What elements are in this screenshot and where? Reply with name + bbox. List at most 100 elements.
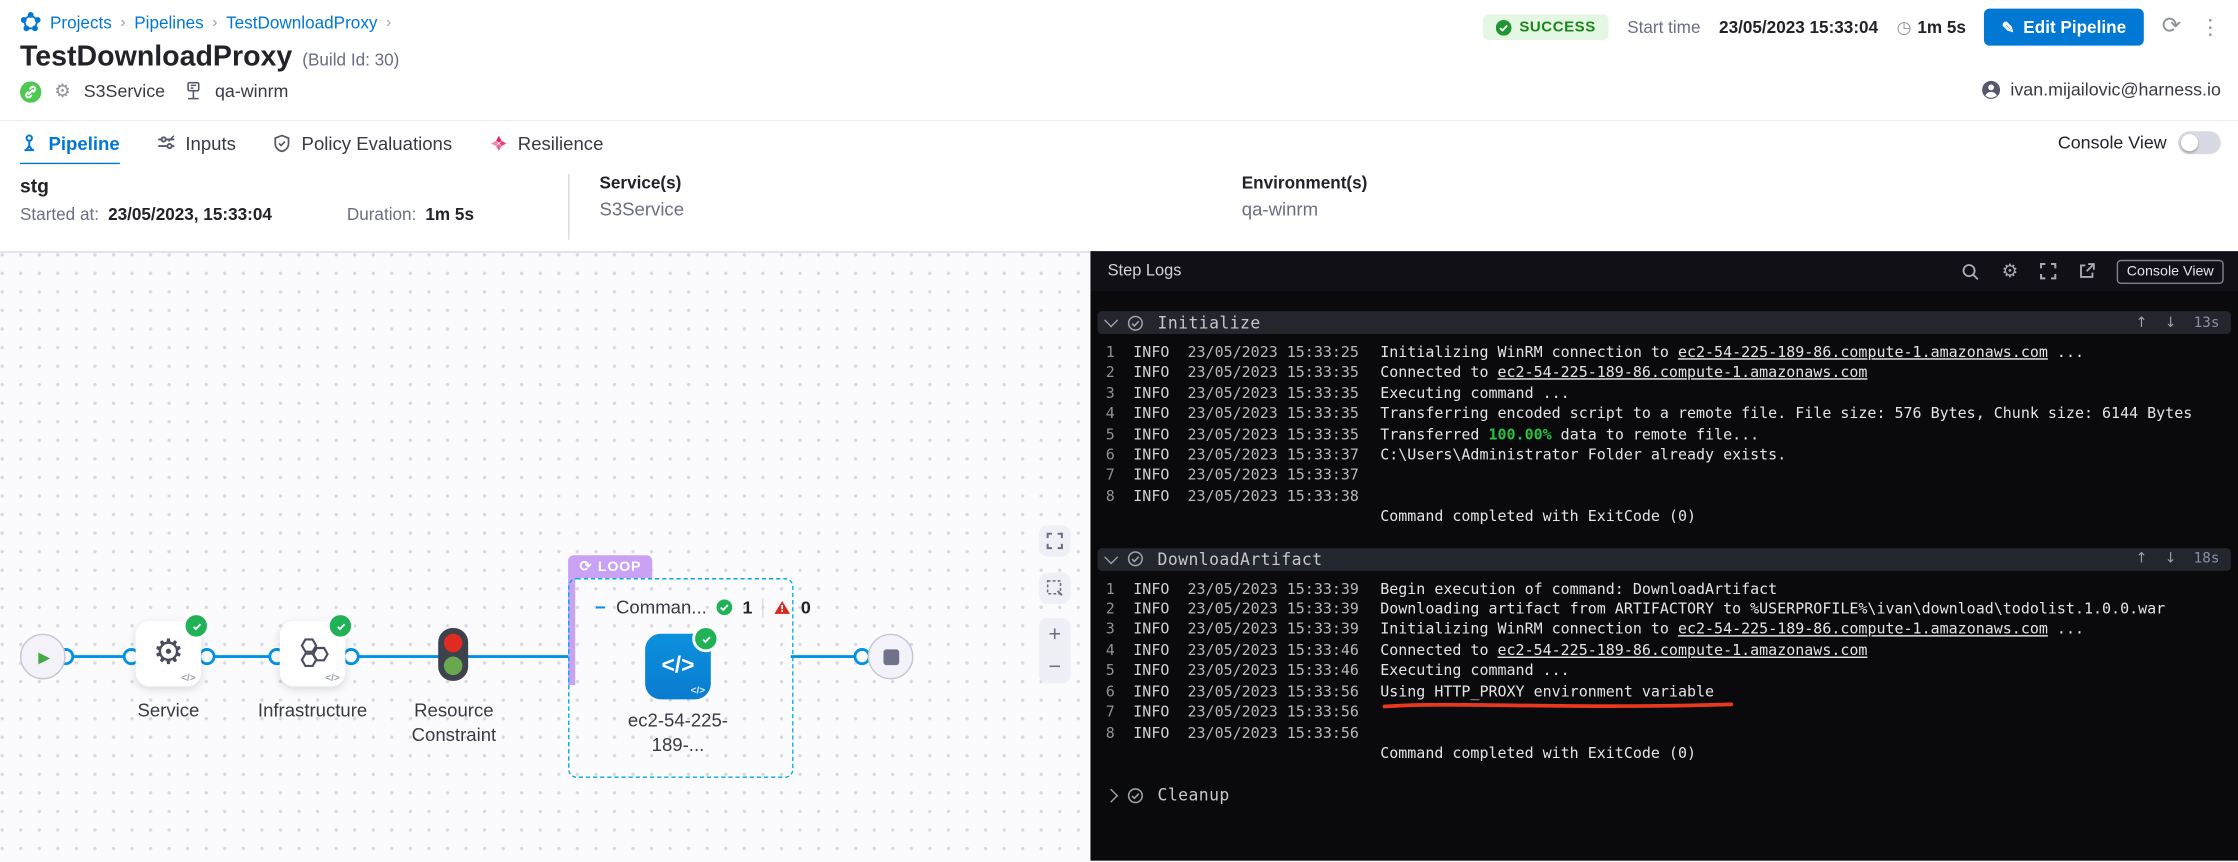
tab-policy-evaluations[interactable]: Policy Evaluations [273, 121, 452, 164]
breadcrumb: Projects › Pipelines › TestDownloadProxy… [20, 11, 391, 32]
code-mini-icon: </> [181, 674, 195, 684]
pencil-icon: ✎ [2002, 18, 2015, 37]
log-line: 5INFO23/05/2023 15:33:35Transferred 100.… [1090, 425, 2238, 446]
services-label: Service(s) [599, 173, 684, 193]
execution-link-icon [20, 81, 41, 102]
log-line: 3INFO23/05/2023 15:33:39Initializing Win… [1090, 620, 2238, 641]
gear-icon: ⚙ [54, 80, 71, 103]
section-success-icon [1128, 788, 1144, 804]
chevron-down-icon[interactable] [1104, 313, 1118, 327]
section-name: Initialize [1158, 313, 1261, 333]
tab-resilience[interactable]: Resilience [489, 121, 603, 164]
service-node[interactable]: ⚙ </> [136, 621, 202, 687]
console-view-toggle[interactable] [2178, 131, 2221, 154]
log-section-header-cleanup[interactable]: Cleanup [1098, 784, 2231, 807]
chevron-down-icon[interactable] [1104, 550, 1118, 564]
app-root: Projects › Pipelines › TestDownloadProxy… [0, 0, 2238, 861]
success-check-icon [183, 612, 210, 639]
page-title: TestDownloadProxy [20, 41, 292, 74]
log-message: Connected to ec2-54-225-189-86.compute-1… [1380, 363, 1867, 384]
log-message: Downloading artifact from ARTIFACTORY to… [1380, 600, 2165, 621]
divider [762, 597, 763, 617]
environments-value: qa-winrm [1242, 198, 1368, 219]
expand-logs-icon[interactable] [2040, 263, 2057, 280]
resource-constraint-node[interactable] [438, 628, 468, 681]
success-check-icon [327, 612, 354, 639]
fail-count-icon [774, 599, 791, 615]
log-link[interactable]: ec2-54-225-189-86.compute-1.amazonaws.co… [1498, 365, 1868, 382]
traffic-light-green [444, 657, 463, 676]
tab-pipeline[interactable]: Pipeline [20, 121, 120, 164]
scroll-top-icon[interactable]: ↑ [2135, 551, 2147, 567]
breadcrumb-pipelines[interactable]: Pipelines [134, 12, 204, 32]
breadcrumb-pipeline-name[interactable]: TestDownloadProxy [226, 12, 377, 32]
log-link[interactable]: ec2-54-225-189-86.compute-1.amazonaws.co… [1678, 622, 2048, 639]
environment-rack-icon [184, 81, 203, 101]
search-icon[interactable] [1962, 262, 1981, 281]
check-circle-icon [1497, 19, 1513, 35]
open-in-new-icon[interactable] [2078, 263, 2095, 280]
scroll-bottom-icon[interactable]: ↓ [2165, 315, 2177, 331]
start-node[interactable]: ▶ [20, 634, 66, 680]
fullscreen-button[interactable] [1039, 525, 1070, 556]
log-link[interactable]: ec2-54-225-189-86.compute-1.amazonaws.co… [1498, 642, 1868, 659]
log-line: 1INFO23/05/2023 15:33:25Initializing Win… [1090, 343, 2238, 364]
build-id: (Build Id: 30) [302, 50, 399, 70]
console-view-button[interactable]: Console View [2117, 259, 2224, 283]
log-settings-gear-icon[interactable]: ⚙ [2002, 260, 2019, 281]
refresh-icon[interactable]: ⟳ [2162, 16, 2181, 39]
pipeline-icon [20, 133, 39, 152]
service-tag[interactable]: S3Service [84, 81, 165, 101]
environment-tag[interactable]: qa-winrm [215, 81, 288, 101]
section-duration: 13s [2194, 315, 2220, 331]
play-icon: ▶ [38, 647, 50, 666]
end-node[interactable] [868, 634, 914, 680]
scroll-bottom-icon[interactable]: ↓ [2165, 551, 2177, 567]
section-name: Cleanup [1158, 785, 1230, 805]
pipeline-graph-canvas[interactable]: ▶ ⚙ </> Service </> Infrastructure Resou… [0, 251, 1090, 862]
stage-summary: stg Started at: 23/05/2023, 15:33:04 Dur… [0, 164, 2238, 251]
code-mini-icon: </> [325, 674, 339, 684]
breadcrumb-projects[interactable]: Projects [50, 12, 112, 32]
zoom-out-button[interactable]: − [1049, 657, 1062, 678]
code-mini-icon: </> [691, 687, 705, 697]
log-line: 6INFO23/05/2023 15:33:37C:\Users\Adminis… [1090, 445, 2238, 466]
success-check-icon [692, 625, 719, 652]
stop-icon [883, 649, 899, 665]
zoom-in-button[interactable]: + [1049, 624, 1062, 645]
stage-name[interactable]: stg [20, 176, 49, 197]
log-section-header-initialize[interactable]: Initialize ↑ ↓ 13s [1098, 311, 2231, 334]
select-region-button[interactable] [1039, 572, 1070, 603]
started-at-value: 23/05/2023, 15:33:04 [108, 204, 272, 224]
log-section-header-downloadartifact[interactable]: DownloadArtifact↑↓18s [1098, 548, 2231, 571]
loop-icon: ⟳ [579, 559, 592, 575]
user-avatar-icon [1980, 80, 2000, 100]
edit-pipeline-button[interactable]: ✎ Edit Pipeline [1984, 9, 2143, 46]
command-step-label-2: 189-... [607, 732, 750, 756]
command-group-name[interactable]: Comman... [616, 597, 707, 618]
command-step-node[interactable]: </> </> [645, 634, 711, 700]
scroll-top-icon[interactable]: ↑ [2135, 315, 2147, 331]
log-message: Executing command ... [1380, 661, 1569, 682]
traffic-light-red [444, 634, 463, 653]
kebab-menu-icon[interactable]: ⋮ [2199, 16, 2220, 37]
divider [568, 174, 569, 240]
clock-icon: ◷ [1897, 19, 1912, 36]
collapse-icon[interactable]: − [595, 597, 606, 618]
chevron-right-icon[interactable] [1104, 788, 1118, 802]
log-link[interactable]: ec2-54-225-189-86.compute-1.amazonaws.co… [1678, 344, 2048, 361]
pass-count-icon [717, 599, 733, 615]
log-message: Transferring encoded script to a remote … [1380, 404, 2192, 425]
exit-code-line: Command completed with ExitCode (0) [1380, 507, 2238, 528]
infrastructure-node[interactable]: </> [280, 621, 346, 687]
log-line: 3INFO23/05/2023 15:33:35Executing comman… [1090, 384, 2238, 405]
tabs-bar: Pipeline Inputs Policy Evaluations Resil… [0, 120, 2238, 166]
log-line: 2INFO23/05/2023 15:33:35Connected to ec2… [1090, 363, 2238, 384]
log-line: 7INFO23/05/2023 15:33:56 [1090, 702, 2238, 723]
total-duration: 1m 5s [1917, 17, 1966, 37]
services-value: S3Service [599, 198, 684, 219]
section-name: DownloadArtifact [1158, 549, 1323, 569]
environments-label: Environment(s) [1242, 173, 1368, 193]
tab-inputs[interactable]: Inputs [157, 121, 236, 164]
console-view-label: Console View [2058, 133, 2167, 153]
